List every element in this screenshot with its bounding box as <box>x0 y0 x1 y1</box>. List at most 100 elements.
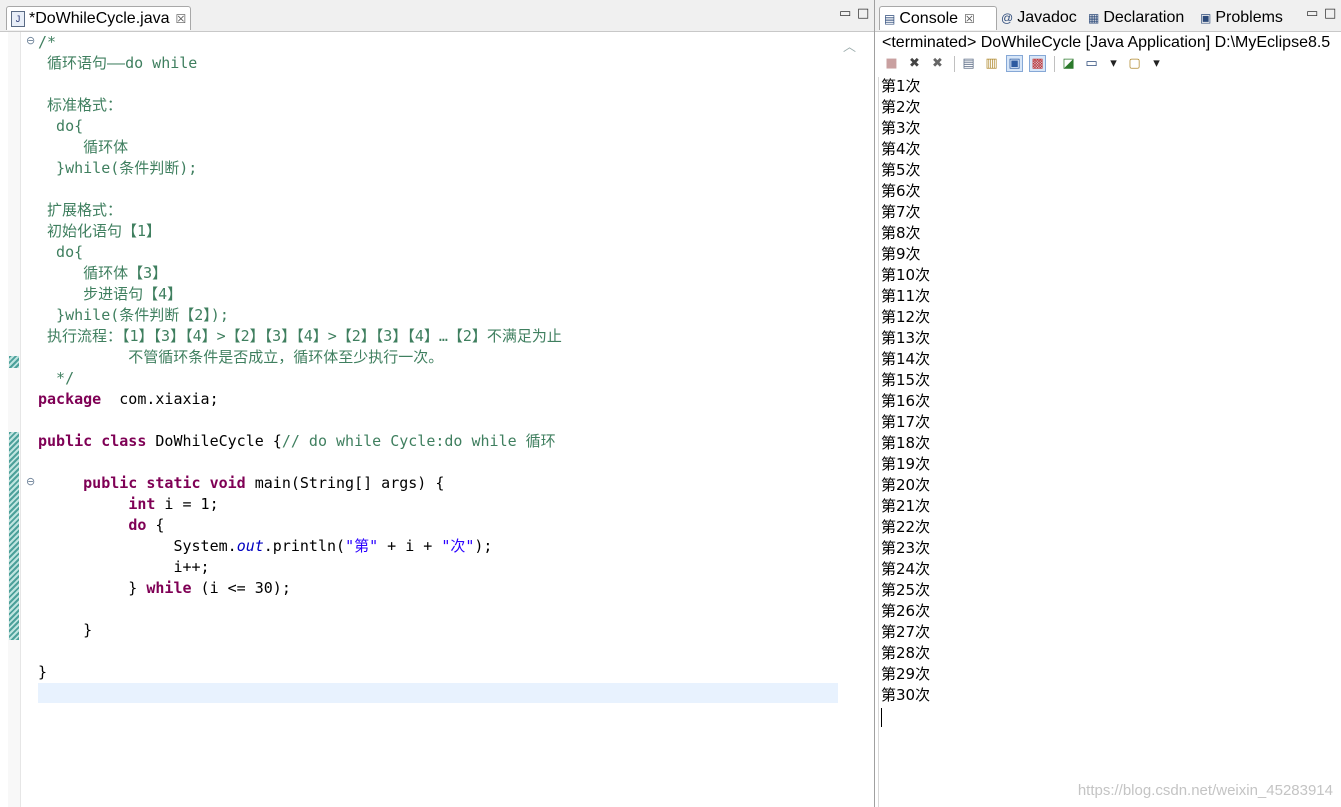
tab-console[interactable]: ▤ Console ☒ <box>879 6 997 30</box>
remove-all-terminated-icon[interactable]: ✖ <box>929 55 946 72</box>
close-icon[interactable]: ☒ <box>964 12 975 26</box>
console-output-line: 第23次 <box>881 539 931 557</box>
console-output-line: 第11次 <box>881 287 931 305</box>
open-console-dropdown-icon[interactable]: ▾ <box>1148 55 1165 72</box>
code-token: } <box>38 621 93 639</box>
code-token: 循环语句——do while <box>38 54 198 72</box>
code-token: "第" <box>345 537 379 555</box>
code-token: 标准格式： <box>38 96 123 114</box>
code-line[interactable]: 初始化语句【1】 <box>38 221 161 242</box>
code-line[interactable]: 标准格式： <box>38 95 122 116</box>
code-token: DoWhileCycle { <box>146 432 282 450</box>
tab-label: Problems <box>1215 9 1283 26</box>
tab-dowhilecycle-java[interactable]: J *DoWhileCycle.java ☒ <box>6 6 192 30</box>
console-divider <box>878 77 879 807</box>
display-selected-console-icon[interactable]: ▭ <box>1083 55 1100 72</box>
console-output-line: 第3次 <box>881 119 921 137</box>
console-output-line: 第29次 <box>881 665 931 683</box>
code-line[interactable]: 不管循环条件是否成立，循环体至少执行一次。 <box>38 347 443 368</box>
code-token: } <box>38 663 48 681</box>
code-line[interactable]: System.out.println("第" + i + "次"); <box>38 536 492 557</box>
open-console-icon[interactable]: ▢ <box>1126 55 1143 72</box>
code-line[interactable]: do{ <box>38 116 83 137</box>
editor-tab-bar: J *DoWhileCycle.java ☒ ▭ □ <box>0 0 874 32</box>
maximize-icon[interactable]: □ <box>857 6 869 21</box>
console-tab-bar: ▭ □ ▤ Console ☒ @ Javadoc ▦ Declaration ▣ Proble… <box>875 0 1341 32</box>
tab-javadoc[interactable]: @ Javadoc <box>997 6 1084 30</box>
tab-declaration[interactable]: ▦ Declaration <box>1084 6 1196 30</box>
code-token: main(String[] args) { <box>245 474 445 492</box>
code-line[interactable]: } <box>38 620 92 641</box>
console-output-line: 第17次 <box>881 413 931 431</box>
code-line[interactable]: } <box>38 662 47 683</box>
code-line[interactable]: 扩展格式： <box>38 200 122 221</box>
code-line[interactable]: */ <box>38 368 74 389</box>
code-token: do{ <box>38 243 84 261</box>
code-line[interactable]: int i = 1; <box>38 494 218 515</box>
show-console-output-icon[interactable]: ▩ <box>1029 55 1046 72</box>
javadoc-icon: @ <box>1001 11 1014 25</box>
close-icon[interactable]: ☒ <box>176 12 187 26</box>
code-token: + i + <box>378 537 442 555</box>
code-line[interactable]: do { <box>38 515 164 536</box>
code-token: /* <box>38 33 57 51</box>
console-output-line: 第19次 <box>881 455 931 473</box>
code-line[interactable]: do{ <box>38 242 83 263</box>
terminate-icon[interactable]: ■ <box>883 55 900 72</box>
fold-collapse-icon[interactable]: ⊖ <box>26 34 35 47</box>
code-line[interactable]: 循环体【3】 <box>38 263 167 284</box>
minimize-icon[interactable]: ▭ <box>1306 6 1318 21</box>
console-output-line: 第15次 <box>881 371 931 389</box>
code-line[interactable]: 循环体 <box>38 137 128 158</box>
remove-launch-icon[interactable]: ✖ <box>906 55 923 72</box>
scroll-lock-icon[interactable]: ▥ <box>983 55 1000 72</box>
editor-pane[interactable]: J *DoWhileCycle.java ☒ ▭ □ ⊖ ⊖ ︿ /* 循环语句… <box>0 0 875 807</box>
console-output-line: 第20次 <box>881 476 931 494</box>
code-line[interactable]: i++; <box>38 557 209 578</box>
console-output-line: 第6次 <box>881 182 921 200</box>
code-line[interactable]: }while(条件判断【2】); <box>38 305 229 326</box>
code-line[interactable]: package com.xiaxia; <box>38 389 219 410</box>
code-token: public <box>83 474 138 492</box>
word-wrap-icon[interactable]: ▣ <box>1006 55 1023 72</box>
console-output-line: 第12次 <box>881 308 931 326</box>
console-output-line: 第30次 <box>881 686 931 704</box>
tab-label: Javadoc <box>1017 9 1077 26</box>
maximize-icon[interactable]: □ <box>1324 6 1336 21</box>
code-line[interactable]: public static void main(String[] args) { <box>38 473 444 494</box>
clear-console-icon[interactable]: ▤ <box>960 55 977 72</box>
code-token: public <box>38 432 93 450</box>
console-pane[interactable]: ▭ □ ▤ Console ☒ @ Javadoc ▦ Declaration ▣ Proble… <box>875 0 1341 807</box>
code-line[interactable]: 执行流程：【1】【3】【4】>【2】【3】【4】>【2】【3】【4】…【2】不满… <box>38 326 562 347</box>
overview-ruler <box>8 32 20 807</box>
code-line[interactable]: public class DoWhileCycle {// do while C… <box>38 431 556 452</box>
code-line[interactable]: } while (i <= 30); <box>38 578 291 599</box>
code-token: 循环体【3】 <box>38 264 168 282</box>
toolbar-separator <box>954 56 955 72</box>
code-token: 步进语句【4】 <box>38 285 183 303</box>
code-token: "次" <box>441 537 475 555</box>
code-line[interactable]: /* <box>38 32 56 53</box>
code-token: com.xiaxia; <box>101 390 219 408</box>
code-line[interactable]: 步进语句【4】 <box>38 284 182 305</box>
console-output-line: 第21次 <box>881 497 931 515</box>
chevron-up-icon[interactable]: ︿ <box>843 36 856 55</box>
console-output-line: 第7次 <box>881 203 921 221</box>
code-token: ); <box>474 537 493 555</box>
pin-console-icon[interactable]: ◪ <box>1060 55 1077 72</box>
java-file-icon: J <box>11 10 25 27</box>
watermark: https://blog.csdn.net/weixin_45283914 <box>1077 782 1333 799</box>
line-number-ruler <box>20 32 21 807</box>
console-status: <terminated> DoWhileCycle [Java Applicat… <box>882 34 1331 51</box>
fold-collapse-icon[interactable]: ⊖ <box>26 475 35 488</box>
minimize-icon[interactable]: ▭ <box>839 6 851 21</box>
code-token: 初始化语句【1】 <box>38 222 162 240</box>
code-token: static <box>146 474 201 492</box>
code-line[interactable]: 循环语句——do while <box>38 53 197 74</box>
console-output-line: 第26次 <box>881 602 931 620</box>
code-token: */ <box>38 369 75 387</box>
code-line[interactable]: }while(条件判断); <box>38 158 197 179</box>
tab-problems[interactable]: ▣ Problems <box>1196 6 1292 30</box>
code-token: do{ <box>38 117 84 135</box>
display-dropdown-icon[interactable]: ▾ <box>1105 55 1122 72</box>
